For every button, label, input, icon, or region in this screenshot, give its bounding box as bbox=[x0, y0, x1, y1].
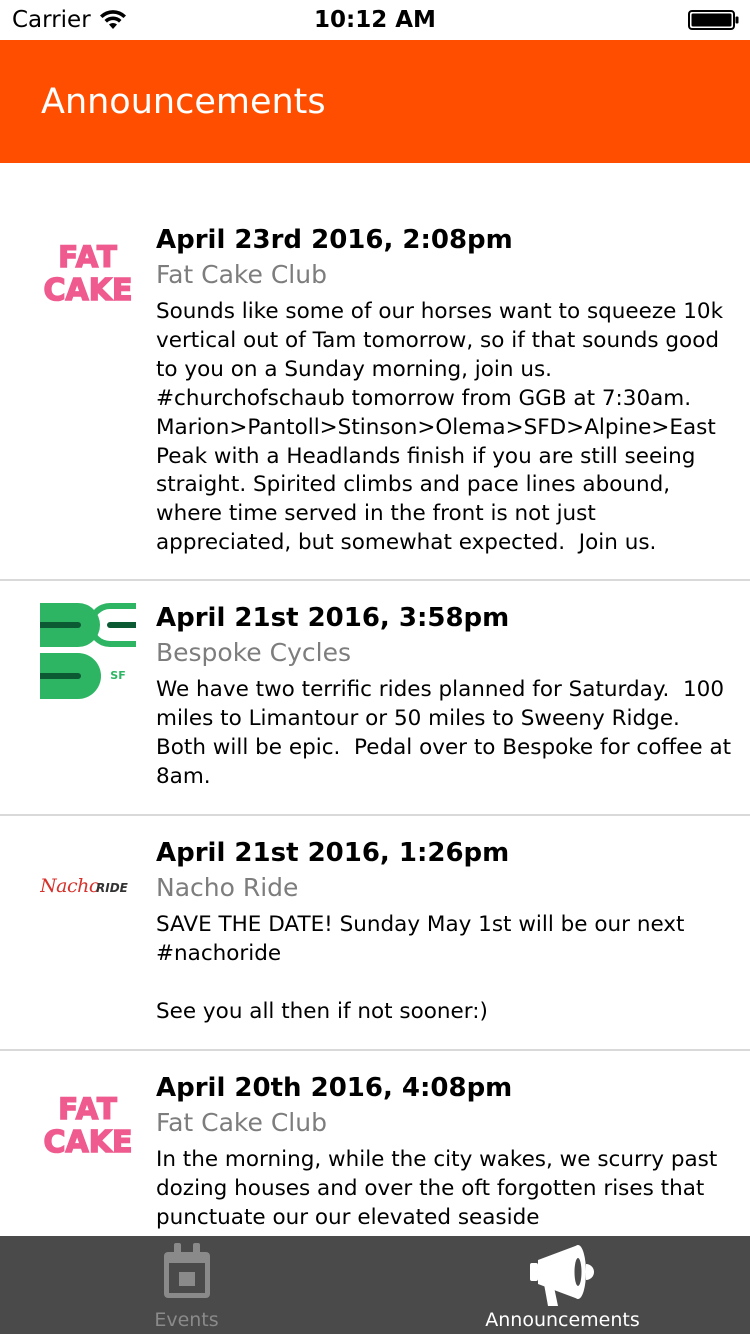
announcement-club[interactable]: Fat Cake Club bbox=[156, 257, 736, 292]
announcement-item[interactable]: SF April 21st 2016, 3:58pm Bespoke Cycle… bbox=[0, 581, 750, 816]
announcement-text: In the morning, while the city wakes, we… bbox=[156, 1147, 725, 1230]
logo-text: CAKE bbox=[44, 273, 133, 303]
page-title: Announcements bbox=[41, 82, 326, 122]
fat-cake-logo: FAT CAKE bbox=[43, 1091, 133, 1155]
logo-text: SF bbox=[110, 669, 125, 682]
announcement-body: April 21st 2016, 3:58pm Bespoke Cycles W… bbox=[156, 601, 736, 792]
announcement-club[interactable]: Fat Cake Club bbox=[156, 1105, 736, 1140]
fat-cake-logo: FAT CAKE bbox=[43, 239, 133, 303]
battery-full-icon bbox=[688, 10, 739, 30]
announcement-body: April 23rd 2016, 2:08pm Fat Cake Club So… bbox=[156, 223, 736, 558]
announcement-date: April 21st 2016, 3:58pm bbox=[156, 603, 510, 633]
announcement-text: Sounds like some of our horses want to s… bbox=[156, 299, 730, 556]
announcement-item[interactable]: FAT CAKE April 20th 2016, 4:08pm Fat Cak… bbox=[0, 1051, 750, 1236]
tab-label: Events bbox=[154, 1309, 219, 1331]
nacho-ride-logo: Nacho RIDE bbox=[40, 875, 129, 897]
bespoke-cycles-logo: SF bbox=[40, 603, 136, 699]
tab-events[interactable]: Events bbox=[0, 1236, 375, 1334]
logo-text: FAT bbox=[58, 240, 117, 274]
announcement-date: April 21st 2016, 1:26pm bbox=[156, 838, 510, 868]
announcement-body: April 20th 2016, 4:08pm Fat Cake Club In… bbox=[156, 1071, 736, 1233]
tab-announcements[interactable]: Announcements bbox=[375, 1236, 750, 1334]
announcements-feed[interactable]: FAT CAKE April 23rd 2016, 2:08pm Fat Cak… bbox=[0, 163, 750, 1236]
logo-text: Nacho bbox=[40, 875, 100, 897]
announcement-club[interactable]: Bespoke Cycles bbox=[156, 635, 736, 670]
status-bar: Carrier 10:12 AM bbox=[0, 0, 750, 40]
announcement-body: April 21st 2016, 1:26pm Nacho Ride SAVE … bbox=[156, 836, 736, 1027]
announcement-date: April 23rd 2016, 2:08pm bbox=[156, 225, 513, 255]
logo-text: CAKE bbox=[44, 1125, 133, 1155]
tab-label: Announcements bbox=[485, 1309, 640, 1331]
announcement-text: We have two terrific rides planned for S… bbox=[156, 677, 738, 789]
announcement-club[interactable]: Nacho Ride bbox=[156, 870, 736, 905]
status-time: 10:12 AM bbox=[314, 7, 436, 33]
nav-header: Announcements bbox=[0, 40, 750, 163]
logo-text: FAT bbox=[58, 1092, 117, 1126]
tab-bar: Events Announcements bbox=[0, 1236, 750, 1334]
announcement-date: April 20th 2016, 4:08pm bbox=[156, 1073, 513, 1103]
announcement-text: SAVE THE DATE! Sunday May 1st will be ou… bbox=[156, 912, 685, 1024]
calendar-icon bbox=[164, 1243, 210, 1298]
logo-text: RIDE bbox=[96, 881, 129, 895]
announcement-item[interactable]: Nacho RIDE April 21st 2016, 1:26pm Nacho… bbox=[0, 816, 750, 1051]
announcement-item[interactable]: FAT CAKE April 23rd 2016, 2:08pm Fat Cak… bbox=[0, 163, 750, 581]
megaphone-icon bbox=[530, 1245, 594, 1306]
